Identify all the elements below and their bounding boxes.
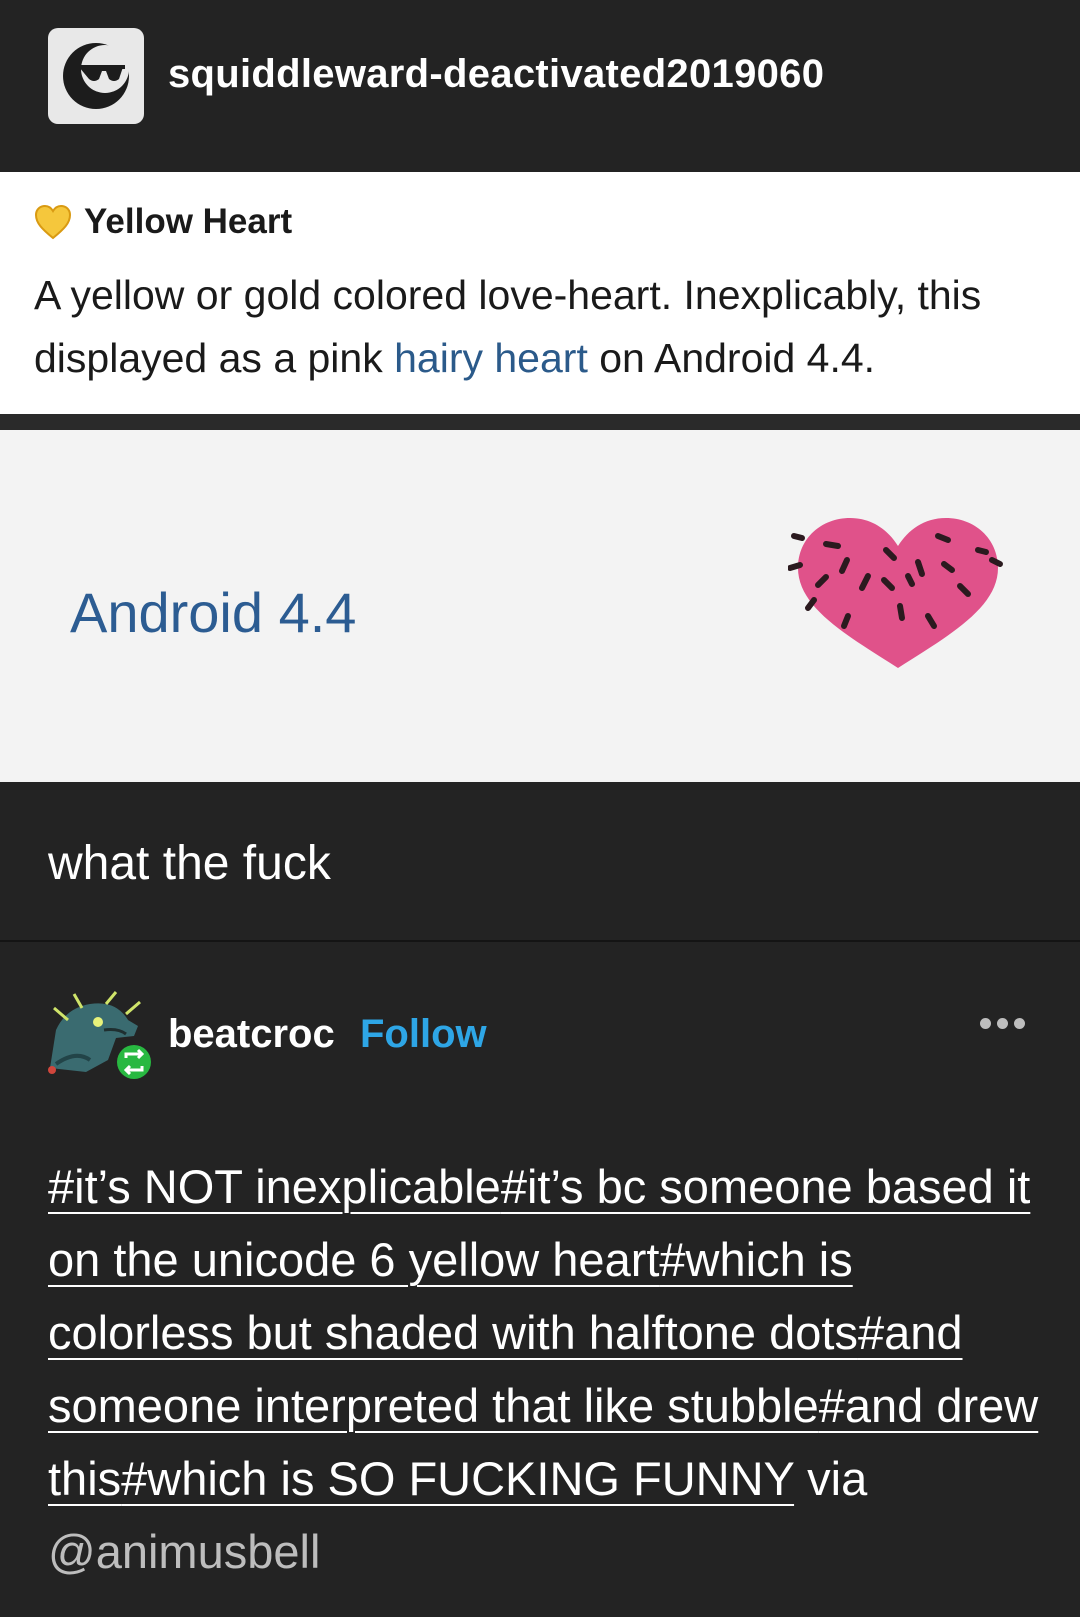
tags-list: #it’s NOT inexplicable#it’s bc someone b… (48, 1150, 1048, 1588)
emoji-description: A yellow or gold colored love-heart. Ine… (34, 264, 1064, 390)
more-options-icon[interactable] (980, 1018, 1025, 1029)
reblogger-avatar[interactable] (46, 990, 152, 1082)
emoji-info-card: Yellow Heart A yellow or gold colored lo… (0, 172, 1080, 414)
card-divider (0, 414, 1080, 430)
tag-item[interactable]: #which is SO FUCKING FUNNY (121, 1452, 794, 1505)
via-label: via (807, 1452, 868, 1505)
via-user-link[interactable]: @animusbell (48, 1525, 320, 1578)
platform-label: Android 4.4 (70, 581, 357, 644)
sunglasses-moon-icon (63, 43, 129, 109)
pink-hairy-heart-icon (788, 518, 1003, 668)
dragon-avatar-icon (46, 990, 151, 1079)
description-text-end: on Android 4.4. (587, 335, 876, 381)
author-username[interactable]: squiddleward-deactivated2019060 (168, 52, 824, 97)
tag-item[interactable]: #it’s NOT inexplicable (48, 1160, 501, 1213)
hairy-heart-link[interactable]: hairy heart (394, 335, 588, 381)
emoji-name: Yellow Heart (84, 202, 293, 241)
reblogger-username[interactable]: beatcroc (168, 1012, 335, 1057)
yellow-heart-icon (34, 204, 72, 240)
author-avatar[interactable] (48, 28, 144, 124)
reblog-separator (0, 940, 1080, 942)
post-body: what the fuck (48, 837, 331, 890)
follow-button[interactable]: Follow (360, 1012, 487, 1057)
emoji-title: Yellow Heart (34, 202, 292, 242)
post-header: squiddleward-deactivated2019060 (0, 0, 1080, 172)
